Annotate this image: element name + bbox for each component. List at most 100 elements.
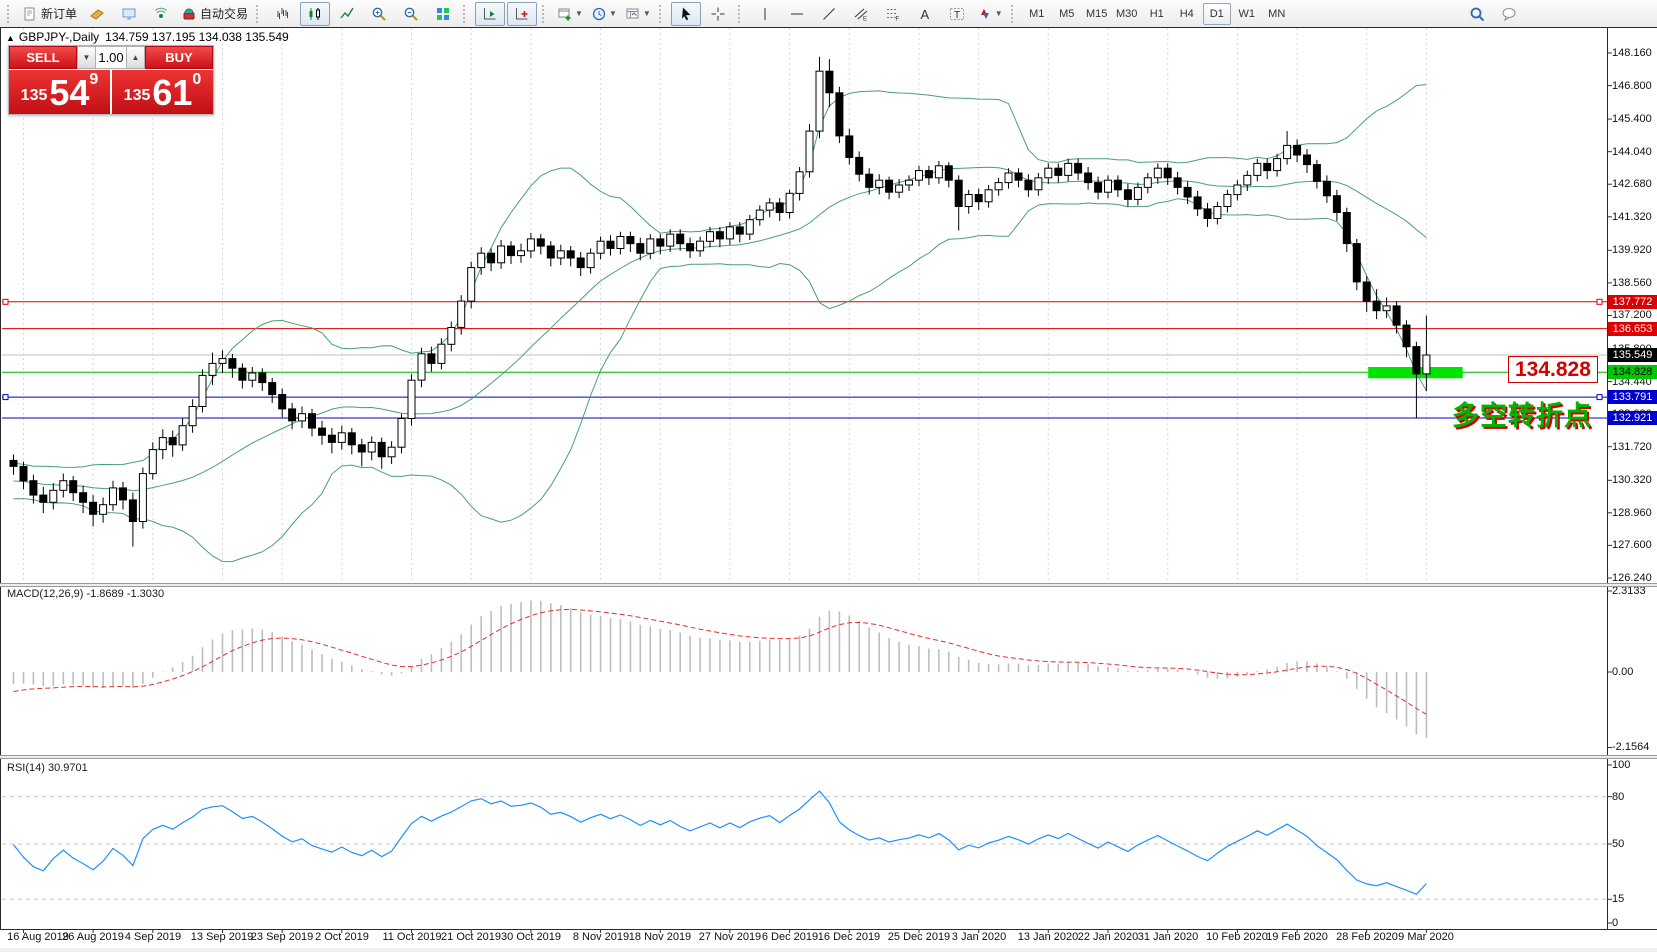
candle-body	[209, 363, 216, 375]
volume-input[interactable]	[96, 46, 126, 69]
bollinger-upper-band	[14, 85, 1427, 468]
candle-body	[100, 505, 107, 515]
candle-body	[80, 493, 87, 503]
candle-body	[1284, 145, 1291, 158]
candle-body	[1124, 190, 1131, 200]
candle-body	[1025, 180, 1032, 190]
candle-body	[567, 251, 574, 258]
candle-body	[537, 239, 544, 246]
candle-body	[259, 373, 266, 383]
macd-pane-splitter[interactable]	[0, 583, 1657, 587]
price-marker-label: 137.772	[1608, 295, 1657, 309]
buy-button[interactable]: BUY	[145, 46, 213, 69]
candle-body	[806, 131, 813, 172]
candle-body	[60, 481, 67, 491]
candle-body	[776, 203, 783, 213]
volume-increase-button[interactable]: ▲	[126, 46, 145, 69]
symbol-period-label: GBPJPY-,Daily	[19, 30, 99, 44]
one-click-trading-panel: SELL ▼ ▲ BUY 135 54 9 135 61 0	[8, 45, 214, 115]
rsi-indicator-label: RSI(14) 30.9701	[7, 762, 88, 774]
candle-body	[1304, 155, 1311, 165]
rsi-pane-splitter[interactable]	[0, 755, 1657, 759]
turning-point-annotation[interactable]: 多空转折点	[1452, 394, 1592, 433]
candle-body	[1254, 163, 1261, 175]
volume-decrease-button[interactable]: ▼	[77, 46, 96, 69]
candle-body	[697, 241, 704, 251]
candle-body	[965, 195, 972, 207]
candle-body	[876, 180, 883, 187]
candle-body	[826, 71, 833, 93]
price-marker-label: 135.549	[1608, 348, 1657, 362]
candle-body	[110, 488, 117, 505]
buy-price-big: 61	[152, 75, 192, 111]
candle-body	[328, 435, 335, 442]
candle-body	[348, 433, 355, 445]
buy-price-small: 135	[124, 81, 151, 111]
candle-body	[557, 251, 564, 258]
candle-body	[398, 419, 405, 448]
mt-terminal-window: 新订单自动交易▼▼▼EFAT▼M1M5M15M30H1H4D1W1MN ▲GBP…	[0, 0, 1657, 952]
candle-body	[736, 227, 743, 234]
candle-body	[896, 185, 903, 192]
chart-canvas[interactable]	[0, 0, 1657, 952]
candle-body	[1045, 168, 1052, 178]
candle-body	[70, 481, 77, 493]
price-marker-label: 136.653	[1608, 322, 1657, 336]
candle-body	[746, 220, 753, 234]
buy-price-sup: 0	[192, 72, 201, 88]
candle-body	[1214, 207, 1221, 219]
candle-body	[1204, 209, 1211, 219]
candle-body	[1055, 168, 1062, 175]
candle-body	[219, 359, 226, 364]
candle-body	[309, 414, 316, 428]
candle-body	[766, 203, 773, 210]
sell-button[interactable]: SELL	[9, 46, 77, 69]
line-anchor-handle[interactable]	[3, 395, 8, 400]
candle-body	[299, 414, 306, 421]
candle-body	[408, 380, 415, 418]
candle-body	[319, 428, 326, 435]
line-anchor-handle[interactable]	[1597, 395, 1602, 400]
candle-body	[159, 438, 166, 450]
candle-body	[1105, 180, 1112, 192]
panel-collapse-arrow[interactable]: ▲	[6, 33, 15, 43]
candle-body	[50, 490, 57, 502]
sell-price-big: 54	[49, 75, 89, 111]
candle-body	[498, 246, 505, 263]
buy-price-tile[interactable]: 135 61 0	[112, 70, 213, 114]
candle-body	[916, 171, 923, 181]
candle-body	[627, 237, 634, 244]
chart-title: ▲GBPJPY-,Daily134.759 137.195 134.038 13…	[6, 30, 289, 44]
sell-price-tile[interactable]: 135 54 9	[9, 70, 110, 114]
candle-body	[1244, 175, 1251, 185]
candle-body	[597, 241, 604, 253]
candle-body	[468, 268, 475, 302]
candle-body	[269, 383, 276, 395]
candle-body	[925, 171, 932, 178]
candle-body	[1134, 187, 1141, 199]
candle-body	[886, 180, 893, 192]
macd-indicator-label: MACD(12,26,9) -1.8689 -1.3030	[7, 588, 164, 600]
candle-body	[388, 447, 395, 457]
candle-body	[1085, 173, 1092, 183]
candle-body	[149, 450, 156, 474]
price-annotation-tag[interactable]: 134.828	[1508, 356, 1598, 383]
candle-body	[1164, 168, 1171, 178]
candle-body	[1333, 196, 1340, 213]
line-anchor-handle[interactable]	[3, 299, 8, 304]
candle-body	[1373, 301, 1380, 311]
rsi-line	[14, 791, 1427, 894]
candle-body	[707, 232, 714, 242]
candle-body	[587, 253, 594, 267]
candle-body	[527, 239, 534, 251]
candle-body	[20, 466, 27, 480]
candle-body	[10, 460, 17, 466]
candle-body	[856, 157, 863, 174]
price-marker-label: 133.791	[1608, 390, 1657, 404]
candle-body	[617, 237, 624, 249]
candle-body	[189, 407, 196, 426]
candle-body	[1144, 178, 1151, 188]
candle-body	[1154, 168, 1161, 178]
candle-body	[1294, 145, 1301, 155]
line-anchor-handle[interactable]	[1597, 299, 1602, 304]
